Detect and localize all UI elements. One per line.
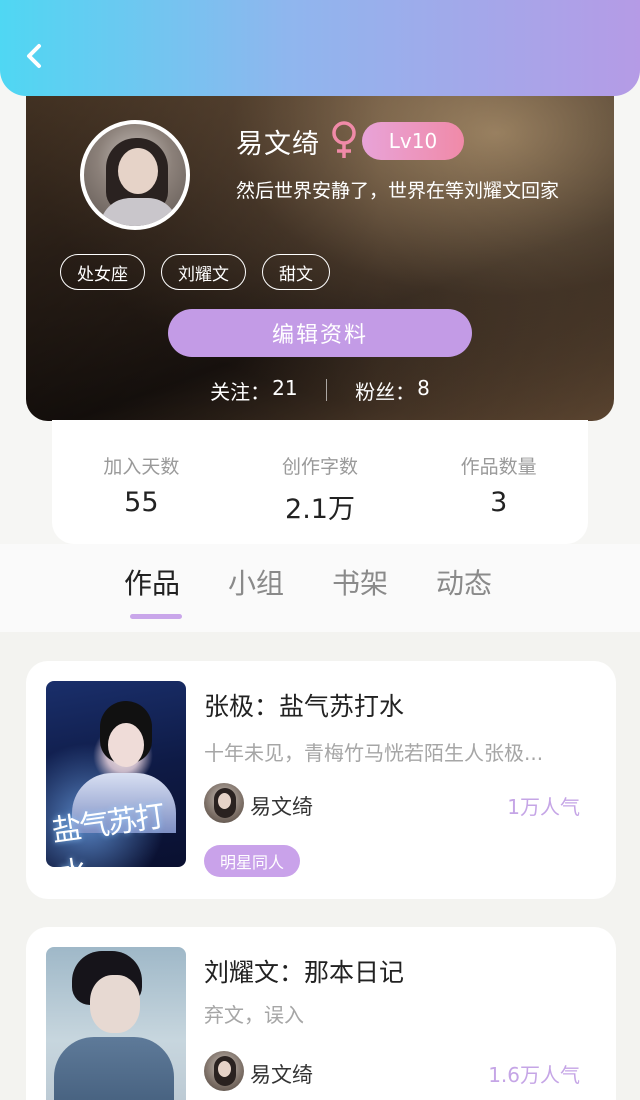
stats-card: 加入天数 55 创作字数 2.1万 作品数量 3 [52, 420, 588, 544]
tab-groups[interactable]: 小组 [228, 562, 284, 602]
stat-join-days: 加入天数 55 [52, 420, 231, 544]
follow-stats: 关注： 21 粉丝： 8 [26, 372, 614, 408]
popularity-count: 1.6万人气 [488, 1063, 580, 1087]
follow-divider [325, 379, 328, 401]
author-name[interactable]: 易文绮 [250, 791, 313, 821]
tag-genre[interactable]: 甜文 [262, 254, 330, 290]
active-tab-indicator [130, 614, 182, 619]
cover-title-art: 盐气苏打水 [49, 798, 166, 867]
level-badge: Lv10 [362, 122, 464, 160]
stat-value: 3 [490, 487, 508, 518]
work-description: 十年未见，青梅竹马恍若陌生人张极... [204, 741, 544, 765]
stat-label: 加入天数 [103, 456, 180, 478]
profile-signature: 然后世界安静了，世界在等刘耀文回家 [236, 180, 560, 202]
female-icon [332, 121, 356, 158]
stat-label: 作品数量 [460, 456, 537, 478]
work-title: 张极：盐气苏打水 [204, 692, 405, 721]
tab-works[interactable]: 作品 [124, 562, 180, 602]
work-title: 刘耀文：那本日记 [204, 958, 405, 987]
work-cover [46, 947, 186, 1100]
tag-idol[interactable]: 刘耀文 [161, 254, 246, 290]
author-name[interactable]: 易文绮 [250, 1059, 313, 1089]
stat-word-count: 创作字数 2.1万 [231, 420, 410, 544]
tab-feed[interactable]: 动态 [436, 562, 492, 602]
tab-bar: 作品 小组 书架 动态 [0, 544, 640, 632]
work-description: 弃文，误入 [204, 1003, 304, 1027]
profile-name: 易文绮 [236, 129, 320, 160]
stat-works-count: 作品数量 3 [409, 420, 588, 544]
stat-value: 2.1万 [285, 494, 355, 525]
work-card[interactable]: 刘耀文：那本日记 弃文，误入 易文绮 1.6万人气 [26, 927, 616, 1100]
profile-avatar[interactable] [80, 120, 190, 230]
tag-zodiac[interactable]: 处女座 [60, 254, 145, 290]
work-cover: 盐气苏打水 [46, 681, 186, 867]
back-button[interactable] [14, 36, 54, 76]
following-count: 21 [272, 375, 298, 400]
chevron-left-icon [27, 44, 41, 68]
author-avatar[interactable] [204, 1051, 244, 1091]
top-bar [0, 0, 640, 96]
fans-link[interactable]: 粉丝： 8 [355, 376, 430, 405]
tab-bookshelf[interactable]: 书架 [332, 562, 388, 602]
profile-hero-card: 易文绮 Lv10 然后世界安静了，世界在等刘耀文回家 处女座 刘耀文 甜文 编辑… [26, 70, 614, 421]
stat-value: 55 [124, 487, 159, 518]
work-card[interactable]: 盐气苏打水 张极：盐气苏打水 十年未见，青梅竹马恍若陌生人张极... 易文绮 1… [26, 661, 616, 899]
fans-label: 粉丝： [355, 379, 416, 404]
author-avatar[interactable] [204, 783, 244, 823]
stat-label: 创作字数 [282, 456, 359, 478]
hero-background [26, 70, 614, 421]
works-list: 盐气苏打水 张极：盐气苏打水 十年未见，青梅竹马恍若陌生人张极... 易文绮 1… [0, 632, 640, 1100]
profile-tags: 处女座 刘耀文 甜文 [60, 254, 330, 290]
following-label: 关注： [210, 379, 271, 404]
edit-profile-button[interactable]: 编辑资料 [168, 309, 472, 357]
popularity-count: 1万人气 [507, 795, 580, 819]
category-tag[interactable]: 明星同人 [204, 845, 301, 877]
following-link[interactable]: 关注： 21 [210, 376, 297, 405]
fans-count: 8 [417, 375, 430, 400]
